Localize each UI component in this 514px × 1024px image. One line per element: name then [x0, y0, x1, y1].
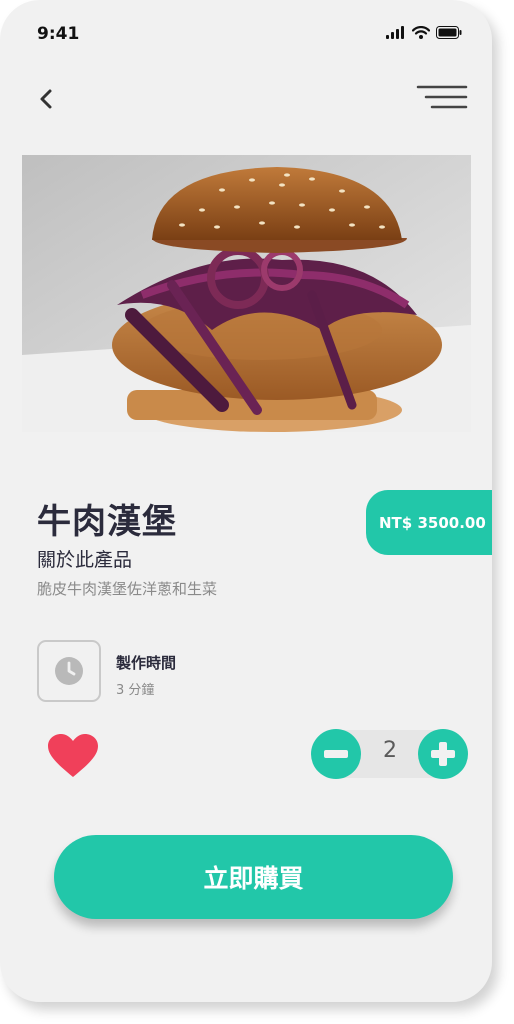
quantity-value: 2	[383, 738, 397, 763]
back-button[interactable]	[33, 84, 63, 114]
buy-now-button[interactable]: 立即購買	[54, 835, 453, 919]
prep-time-label: 製作時間	[116, 654, 177, 672]
increment-button[interactable]	[418, 729, 468, 779]
prep-time-icon-box	[37, 640, 101, 702]
status-bar: 9:41	[0, 0, 492, 60]
product-description: 脆皮牛肉漢堡佐洋蔥和生菜	[37, 580, 218, 598]
hamburger-menu-icon	[416, 85, 468, 109]
status-icons	[386, 26, 462, 39]
minus-icon	[324, 750, 348, 758]
menu-button[interactable]	[416, 84, 468, 114]
heart-icon	[48, 734, 98, 777]
phone-screen: 9:41 牛肉漢堡 關於此產品 脆皮牛肉漢堡佐洋蔥和生菜 NT$ 3500.00…	[0, 0, 492, 1002]
battery-icon	[436, 26, 462, 39]
prep-time-value: 3 分鐘	[116, 683, 155, 698]
decrement-button[interactable]	[311, 729, 361, 779]
product-section-title: 關於此產品	[37, 549, 133, 571]
status-time: 9:41	[37, 24, 80, 44]
plus-icon	[431, 742, 455, 766]
chevron-left-icon	[40, 89, 52, 109]
favorite-button[interactable]	[46, 733, 100, 779]
product-title: 牛肉漢堡	[37, 502, 177, 542]
price-badge: NT$ 3500.00	[366, 490, 492, 555]
product-image	[22, 155, 471, 432]
signal-icon	[386, 26, 404, 39]
wifi-icon	[412, 26, 430, 39]
clock-icon	[55, 657, 83, 685]
